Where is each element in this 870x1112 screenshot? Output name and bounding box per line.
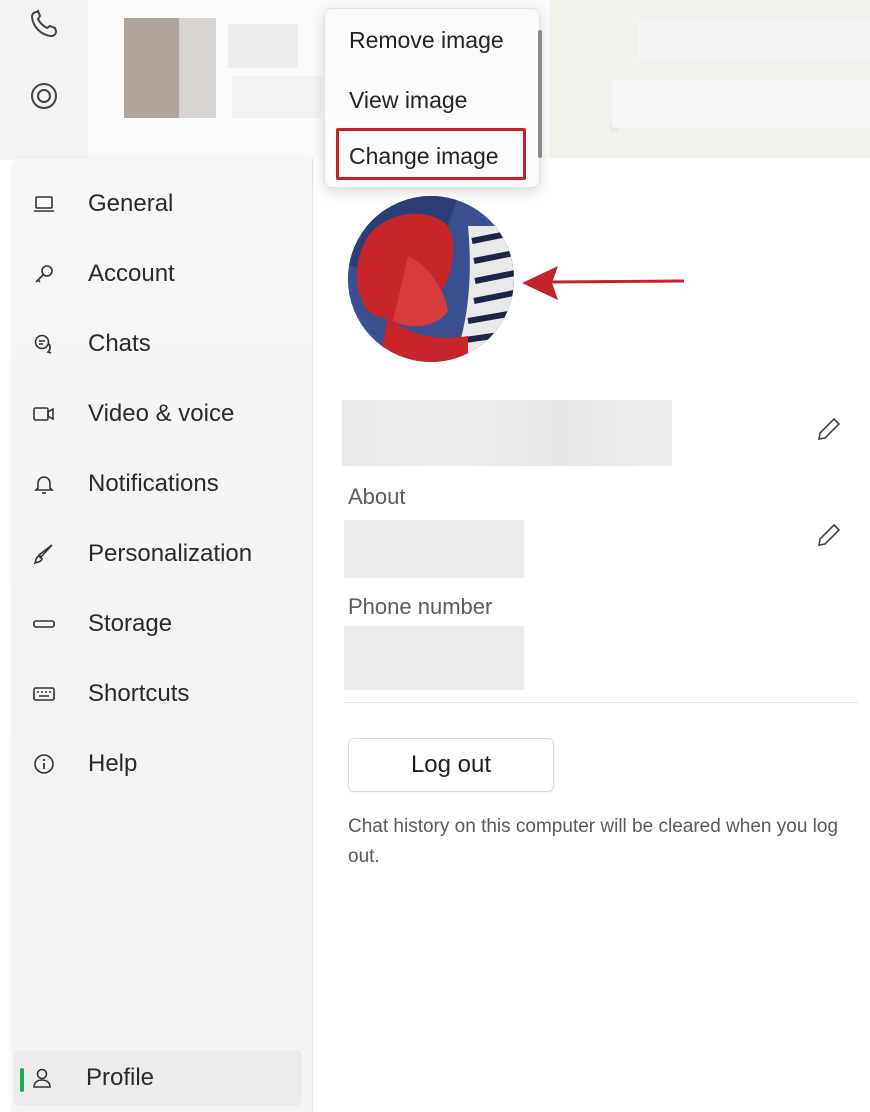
nav-item-chats[interactable]: Chats bbox=[16, 316, 296, 372]
video-camera-icon bbox=[30, 400, 58, 428]
person-icon bbox=[28, 1064, 56, 1092]
nav-label: Chats bbox=[88, 330, 151, 357]
nav-label: Notifications bbox=[88, 470, 219, 497]
blurred-name-value bbox=[342, 400, 672, 466]
nav-label: Video & voice bbox=[88, 400, 235, 427]
nav-item-notifications[interactable]: Notifications bbox=[16, 456, 296, 512]
active-indicator bbox=[20, 1068, 24, 1092]
blurred-header-right-top bbox=[638, 18, 870, 62]
nav-label: Shortcuts bbox=[88, 680, 190, 707]
profile-avatar[interactable] bbox=[348, 196, 514, 362]
blurred-header-block bbox=[232, 76, 322, 118]
nav-item-shortcuts[interactable]: Shortcuts bbox=[16, 666, 296, 722]
keyboard-icon bbox=[30, 680, 58, 708]
phone-icon[interactable] bbox=[26, 6, 62, 42]
brush-icon bbox=[30, 540, 58, 568]
status-icon[interactable] bbox=[26, 78, 62, 114]
nav-label: Profile bbox=[86, 1064, 155, 1091]
key-icon bbox=[30, 260, 58, 288]
menu-scrollbar[interactable] bbox=[538, 30, 542, 158]
edit-name-pencil-icon[interactable] bbox=[816, 416, 842, 442]
nav-item-personalization[interactable]: Personalization bbox=[16, 526, 296, 582]
info-icon bbox=[30, 750, 58, 778]
blurred-contact-avatar bbox=[124, 18, 216, 118]
image-context-menu: Remove image View image Change image bbox=[324, 8, 540, 188]
blurred-contact-name bbox=[228, 24, 298, 68]
nav-item-help[interactable]: Help bbox=[16, 736, 296, 792]
nav-label: Personalization bbox=[88, 540, 253, 567]
chat-bubbles-icon bbox=[30, 330, 58, 358]
menu-item-remove-image[interactable]: Remove image bbox=[325, 13, 535, 67]
divider bbox=[344, 702, 858, 703]
edit-about-pencil-icon[interactable] bbox=[816, 522, 842, 548]
menu-item-change-image[interactable]: Change image bbox=[325, 129, 535, 183]
blurred-phone-value bbox=[344, 626, 524, 690]
nav-item-general[interactable]: General bbox=[16, 176, 296, 232]
avatar-image bbox=[348, 196, 514, 362]
nav-item-account[interactable]: Account bbox=[16, 246, 296, 302]
about-label: About bbox=[348, 484, 406, 509]
nav-item-profile[interactable]: Profile bbox=[14, 1050, 302, 1106]
logout-note: Chat history on this computer will be cl… bbox=[348, 816, 839, 867]
left-rail bbox=[0, 0, 88, 160]
nav-item-storage[interactable]: Storage bbox=[16, 596, 296, 652]
blurred-header-right bbox=[612, 80, 870, 128]
nav-label: General bbox=[88, 190, 174, 217]
laptop-icon bbox=[30, 190, 58, 218]
bell-icon bbox=[30, 470, 58, 498]
nav-label: Account bbox=[88, 260, 175, 287]
annotation-arrow-icon bbox=[522, 266, 685, 300]
nav-label: Storage bbox=[88, 610, 173, 637]
storage-drive-icon bbox=[30, 610, 58, 638]
nav-item-video-voice[interactable]: Video & voice bbox=[16, 386, 296, 442]
nav-label: Help bbox=[88, 750, 138, 777]
menu-item-view-image[interactable]: View image bbox=[325, 73, 535, 127]
logout-button[interactable]: Log out bbox=[348, 738, 554, 792]
phone-number-label: Phone number bbox=[348, 594, 493, 619]
blurred-about-value bbox=[344, 520, 524, 578]
